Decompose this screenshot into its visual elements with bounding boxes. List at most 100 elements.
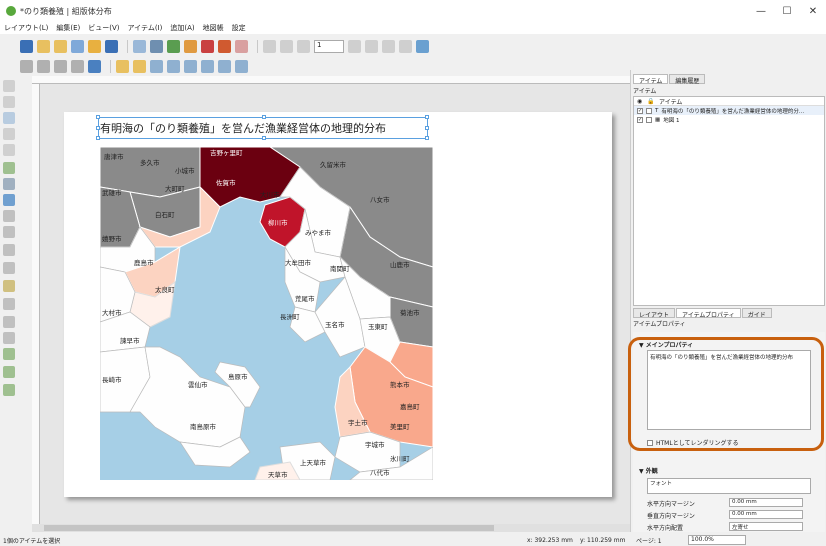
- font-selector[interactable]: フォント: [647, 478, 811, 494]
- tab-item-properties[interactable]: アイテムプロパティ: [676, 308, 741, 319]
- add-marker-icon[interactable]: [3, 298, 15, 310]
- maximize-button[interactable]: ☐: [774, 0, 800, 22]
- visibility-checkbox[interactable]: ✓: [637, 107, 643, 114]
- add-legend-icon[interactable]: [3, 210, 15, 222]
- list-item[interactable]: ✓ ▦ 地図 1: [634, 115, 824, 124]
- h-align-select[interactable]: 左寄せ: [729, 522, 803, 531]
- add-polygon-icon[interactable]: [3, 316, 15, 328]
- lower-item-icon[interactable]: [133, 59, 146, 73]
- previous-feature-icon[interactable]: [297, 39, 310, 53]
- tab-guides[interactable]: ガイド: [741, 308, 772, 319]
- print-icon[interactable]: [150, 39, 163, 53]
- tab-undo-history[interactable]: 編集履歴: [669, 74, 706, 85]
- duplicate-layout-icon[interactable]: [54, 39, 67, 53]
- h-margin-input[interactable]: 0.00 mm: [729, 498, 803, 507]
- add-html-icon[interactable]: [3, 348, 15, 360]
- menu-layout[interactable]: レイアウト(L): [4, 23, 48, 33]
- add-scalebar-icon[interactable]: [3, 226, 15, 238]
- export-atlas-icon[interactable]: [399, 39, 412, 53]
- save-template-icon[interactable]: [105, 39, 118, 53]
- add-label-icon[interactable]: [3, 244, 15, 256]
- layout-canvas[interactable]: 有明海の「のり類養殖」を営んだ漁業経営体の地理的分布 唐津市 多久市 小城市 吉…: [40, 84, 630, 524]
- add-shape-icon[interactable]: [3, 280, 15, 292]
- atlas-settings-icon[interactable]: [263, 39, 276, 53]
- move-content-icon[interactable]: [3, 128, 15, 140]
- edit-nodes-icon[interactable]: [3, 144, 15, 156]
- close-button[interactable]: ✕: [800, 0, 826, 22]
- resize-handle[interactable]: [425, 126, 429, 130]
- horizontal-scrollbar[interactable]: [32, 524, 630, 532]
- add-map-icon[interactable]: [3, 162, 15, 174]
- resize-handle[interactable]: [425, 115, 429, 119]
- new-layout-icon[interactable]: [37, 39, 50, 53]
- select-tool-icon[interactable]: [3, 112, 15, 124]
- first-feature-icon[interactable]: [280, 39, 293, 53]
- tab-items[interactable]: アイテム: [633, 74, 669, 85]
- add-pages-icon[interactable]: [133, 39, 146, 53]
- list-item-label: 有明海の「のり類養殖」を営んだ漁業経営体の地理的分...: [661, 108, 805, 115]
- export-image-icon[interactable]: [167, 39, 180, 53]
- lock-checkbox[interactable]: [646, 116, 652, 123]
- open-template-icon[interactable]: [88, 39, 101, 53]
- zoom-full-icon[interactable]: [54, 59, 67, 73]
- zoom-level-input[interactable]: 100.0%: [688, 535, 746, 545]
- resize-handle[interactable]: [262, 115, 266, 119]
- visibility-checkbox[interactable]: ✓: [637, 116, 643, 123]
- print-atlas-icon[interactable]: [382, 39, 395, 53]
- menu-atlas[interactable]: 地図帳: [203, 23, 224, 33]
- map-label-hikawa: 氷川町: [390, 454, 410, 463]
- zoom-out-icon[interactable]: [37, 59, 50, 73]
- map-item[interactable]: 唐津市 多久市 小城市 吉野ヶ里町 久留米市 佐賀市 武雄市 大町町 大川市 八…: [100, 147, 433, 480]
- refresh-icon[interactable]: [88, 59, 101, 73]
- add-image-icon[interactable]: [3, 194, 15, 206]
- resize-icon[interactable]: [184, 59, 197, 73]
- resize-handle[interactable]: [425, 136, 429, 140]
- resize-handle[interactable]: [96, 115, 100, 119]
- properties-panel-title: アイテムプロパティ: [633, 321, 686, 328]
- appearance-header[interactable]: ▼ 外観: [639, 466, 658, 475]
- menu-add[interactable]: 追加(A): [170, 23, 194, 33]
- lock-checkbox[interactable]: [646, 107, 652, 114]
- add-polyline-icon[interactable]: [3, 332, 15, 344]
- undo-icon[interactable]: [218, 39, 231, 53]
- atlas-preview-icon[interactable]: [416, 39, 429, 53]
- lock-items-icon[interactable]: [235, 59, 248, 73]
- resize-handle[interactable]: [262, 136, 266, 140]
- title-bar: *のり類養殖 | 組版体分布 — ☐ ✕: [0, 0, 826, 22]
- zoom-actual-icon[interactable]: [71, 59, 84, 73]
- scrollbar-thumb[interactable]: [44, 525, 494, 531]
- minimize-button[interactable]: —: [748, 0, 774, 22]
- align-left-icon[interactable]: [150, 59, 163, 73]
- export-pdf-icon[interactable]: [201, 39, 214, 53]
- v-margin-input[interactable]: 0.00 mm: [729, 510, 803, 519]
- raise-item-icon[interactable]: [116, 59, 129, 73]
- menu-item[interactable]: アイテム(I): [128, 23, 163, 33]
- add-attribute-table-icon[interactable]: [3, 366, 15, 378]
- next-feature-icon[interactable]: [348, 39, 361, 53]
- distribute-icon[interactable]: [167, 59, 180, 73]
- redo-icon[interactable]: [235, 39, 248, 53]
- resize-handle[interactable]: [96, 136, 100, 140]
- export-svg-icon[interactable]: [184, 39, 197, 53]
- group-icon[interactable]: [201, 59, 214, 73]
- pan-icon[interactable]: [3, 80, 15, 92]
- zoom-tool-icon[interactable]: [3, 96, 15, 108]
- add-north-arrow-icon[interactable]: [3, 262, 15, 274]
- last-feature-icon[interactable]: [365, 39, 378, 53]
- add-3d-map-icon[interactable]: [3, 178, 15, 190]
- menu-settings[interactable]: 設定: [232, 23, 246, 33]
- list-item[interactable]: ✓ T 有明海の「のり類養殖」を営んだ漁業経営体の地理的分...: [634, 106, 824, 115]
- save-icon[interactable]: [20, 39, 33, 53]
- map-label-kumamoto: 熊本市: [390, 380, 410, 389]
- add-fixed-table-icon[interactable]: [3, 384, 15, 396]
- atlas-page-input[interactable]: 1: [314, 39, 344, 53]
- layout-manager-icon[interactable]: [71, 39, 84, 53]
- map-title-label[interactable]: 有明海の「のり類養殖」を営んだ漁業経営体の地理的分布: [100, 120, 386, 136]
- map-label-gyokuto: 玉東町: [368, 322, 388, 331]
- menu-edit[interactable]: 編集(E): [56, 23, 80, 33]
- menu-view[interactable]: ビュー(V): [88, 23, 119, 33]
- zoom-in-icon[interactable]: [20, 59, 33, 73]
- ungroup-icon[interactable]: [218, 59, 231, 73]
- tab-layout[interactable]: レイアウト: [633, 308, 676, 319]
- layout-page[interactable]: 有明海の「のり類養殖」を営んだ漁業経営体の地理的分布 唐津市 多久市 小城市 吉…: [64, 112, 612, 497]
